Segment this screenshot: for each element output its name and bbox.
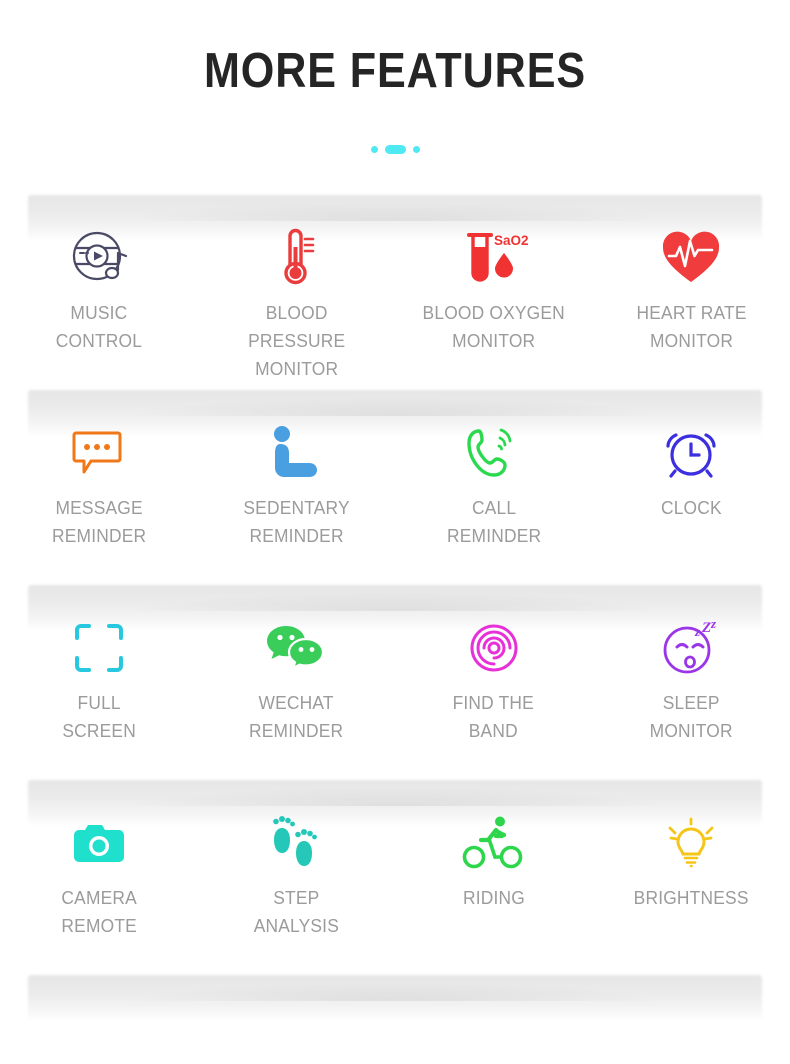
phone-call-icon xyxy=(465,416,523,490)
feature-label: HEART RATE MONITOR xyxy=(636,302,747,352)
divider-dot-left xyxy=(370,145,378,153)
alarm-clock-icon xyxy=(662,416,720,490)
feature-row: CAMERA REMOTE STEP ANALYSIS RIDING BRIGH… xyxy=(0,780,790,976)
feature-message-reminder[interactable]: MESSAGE REMINDER xyxy=(0,416,198,550)
feature-heart-rate-monitor[interactable]: HEART RATE MONITOR xyxy=(593,221,790,383)
test-tube-sao2-icon: SaO2 xyxy=(456,221,532,295)
sedentary-person-icon xyxy=(268,416,324,490)
feature-label: CAMERA REMOTE xyxy=(60,887,137,937)
feature-label: MESSAGE REMINDER xyxy=(51,497,146,547)
svg-text:z: z xyxy=(694,624,701,639)
feature-full-screen[interactable]: FULL SCREEN xyxy=(0,611,198,745)
feature-label: STEP ANALYSIS xyxy=(253,887,339,937)
feature-call-reminder[interactable]: CALL REMINDER xyxy=(395,416,593,550)
divider-dot-right xyxy=(412,145,420,153)
section-divider xyxy=(0,143,790,155)
feature-sleep-monitor[interactable]: z Z z SLEEP MONITOR xyxy=(593,611,790,745)
divider-pill xyxy=(384,144,406,154)
more-features-page: MORE FEATURES MUSIC CONTROL BLOOD PRESSU… xyxy=(0,0,790,1064)
fullscreen-brackets-icon xyxy=(72,611,126,685)
cyclist-icon xyxy=(462,806,525,880)
feature-camera-remote[interactable]: CAMERA REMOTE xyxy=(0,806,198,940)
feature-label: BLOOD PRESSURE MONITOR xyxy=(247,302,345,380)
feature-clock[interactable]: CLOCK xyxy=(593,416,790,550)
thermometer-icon xyxy=(268,221,324,295)
page-header: MORE FEATURES xyxy=(0,0,790,155)
message-bubble-icon xyxy=(71,416,127,490)
svg-text:z: z xyxy=(710,616,717,631)
feature-blood-pressure-monitor[interactable]: BLOOD PRESSURE MONITOR xyxy=(198,221,396,383)
feature-label: BRIGHTNESS xyxy=(633,887,749,909)
feature-rows: MUSIC CONTROL BLOOD PRESSURE MONITOR SaO… xyxy=(0,195,790,1035)
feature-label: CALL REMINDER xyxy=(446,497,541,547)
feature-row: MUSIC CONTROL BLOOD PRESSURE MONITOR SaO… xyxy=(0,195,790,391)
page-title: MORE FEATURES xyxy=(204,44,586,98)
feature-wechat-reminder[interactable]: WECHAT REMINDER xyxy=(198,611,396,745)
music-disc-icon xyxy=(67,221,131,295)
svg-text:Z: Z xyxy=(701,620,711,636)
feature-label: WECHAT REMINDER xyxy=(249,692,344,742)
sleeping-face-icon: z Z z xyxy=(660,611,722,685)
spiral-rings-icon xyxy=(467,611,521,685)
feature-label: MUSIC CONTROL xyxy=(55,302,142,352)
feature-label: SEDENTARY REMINDER xyxy=(243,497,350,547)
feature-label: SLEEP MONITOR xyxy=(649,692,733,742)
feature-row-trailing xyxy=(0,975,790,1035)
feature-sedentary-reminder[interactable]: SEDENTARY REMINDER xyxy=(198,416,396,550)
feature-row: MESSAGE REMINDER SEDENTARY REMINDER CALL… xyxy=(0,390,790,586)
lightbulb-icon xyxy=(664,806,718,880)
feature-music-control[interactable]: MUSIC CONTROL xyxy=(0,221,198,383)
feature-row: FULL SCREEN WECHAT REMINDER FIND THE BAN… xyxy=(0,585,790,781)
footprints-icon xyxy=(268,806,324,880)
camera-icon xyxy=(71,806,127,880)
feature-step-analysis[interactable]: STEP ANALYSIS xyxy=(198,806,396,940)
feature-label: FULL SCREEN xyxy=(61,692,136,742)
feature-find-the-band[interactable]: FIND THE BAND xyxy=(395,611,593,745)
sao2-badge-text: SaO2 xyxy=(494,233,529,248)
heart-pulse-icon xyxy=(660,221,722,295)
feature-brightness[interactable]: BRIGHTNESS xyxy=(593,806,790,940)
feature-riding[interactable]: RIDING xyxy=(395,806,593,940)
feature-blood-oxygen-monitor[interactable]: SaO2 BLOOD OXYGEN MONITOR xyxy=(395,221,593,383)
feature-label: BLOOD OXYGEN MONITOR xyxy=(422,302,565,352)
feature-label: FIND THE BAND xyxy=(453,692,535,742)
wechat-bubbles-icon xyxy=(265,611,327,685)
feature-label: RIDING xyxy=(462,887,525,909)
feature-label: CLOCK xyxy=(660,497,722,519)
